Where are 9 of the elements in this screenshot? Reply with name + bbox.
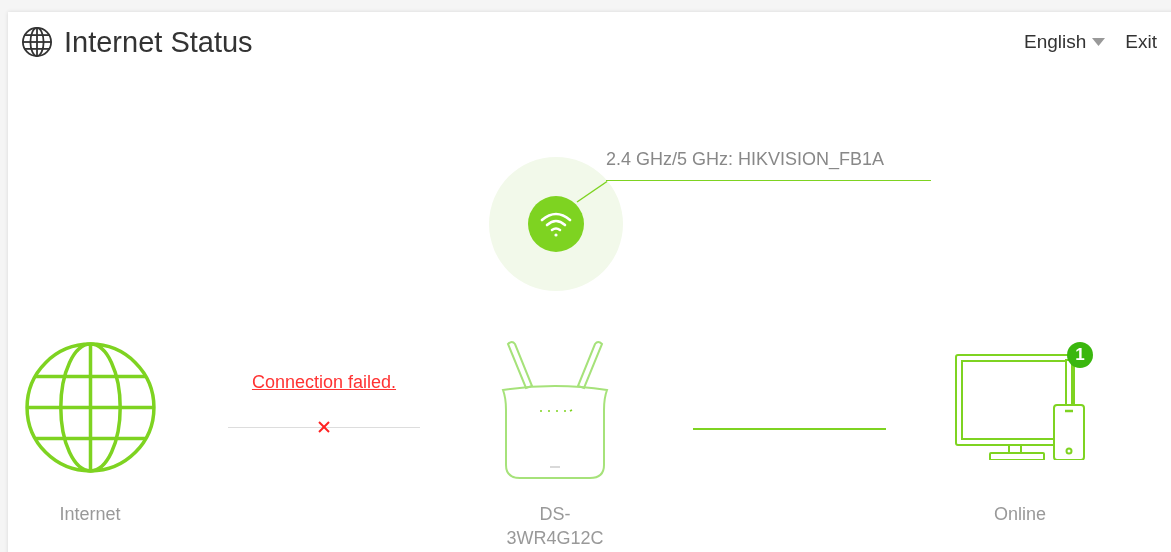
wifi-name: 2.4 GHz/5 GHz: HIKVISION_FB1A [606,147,931,181]
language-dropdown[interactable]: English [1024,31,1106,53]
exit-link[interactable]: Exit [1125,31,1157,53]
page-title: Internet Status [64,25,253,59]
node-label: DS-3WR4G12C [505,503,605,550]
node-label: Online [994,503,1046,526]
count-badge: 1 [1067,342,1093,368]
connection-status-link[interactable]: Connection failed. [251,370,397,394]
node-label: Internet [59,503,121,526]
